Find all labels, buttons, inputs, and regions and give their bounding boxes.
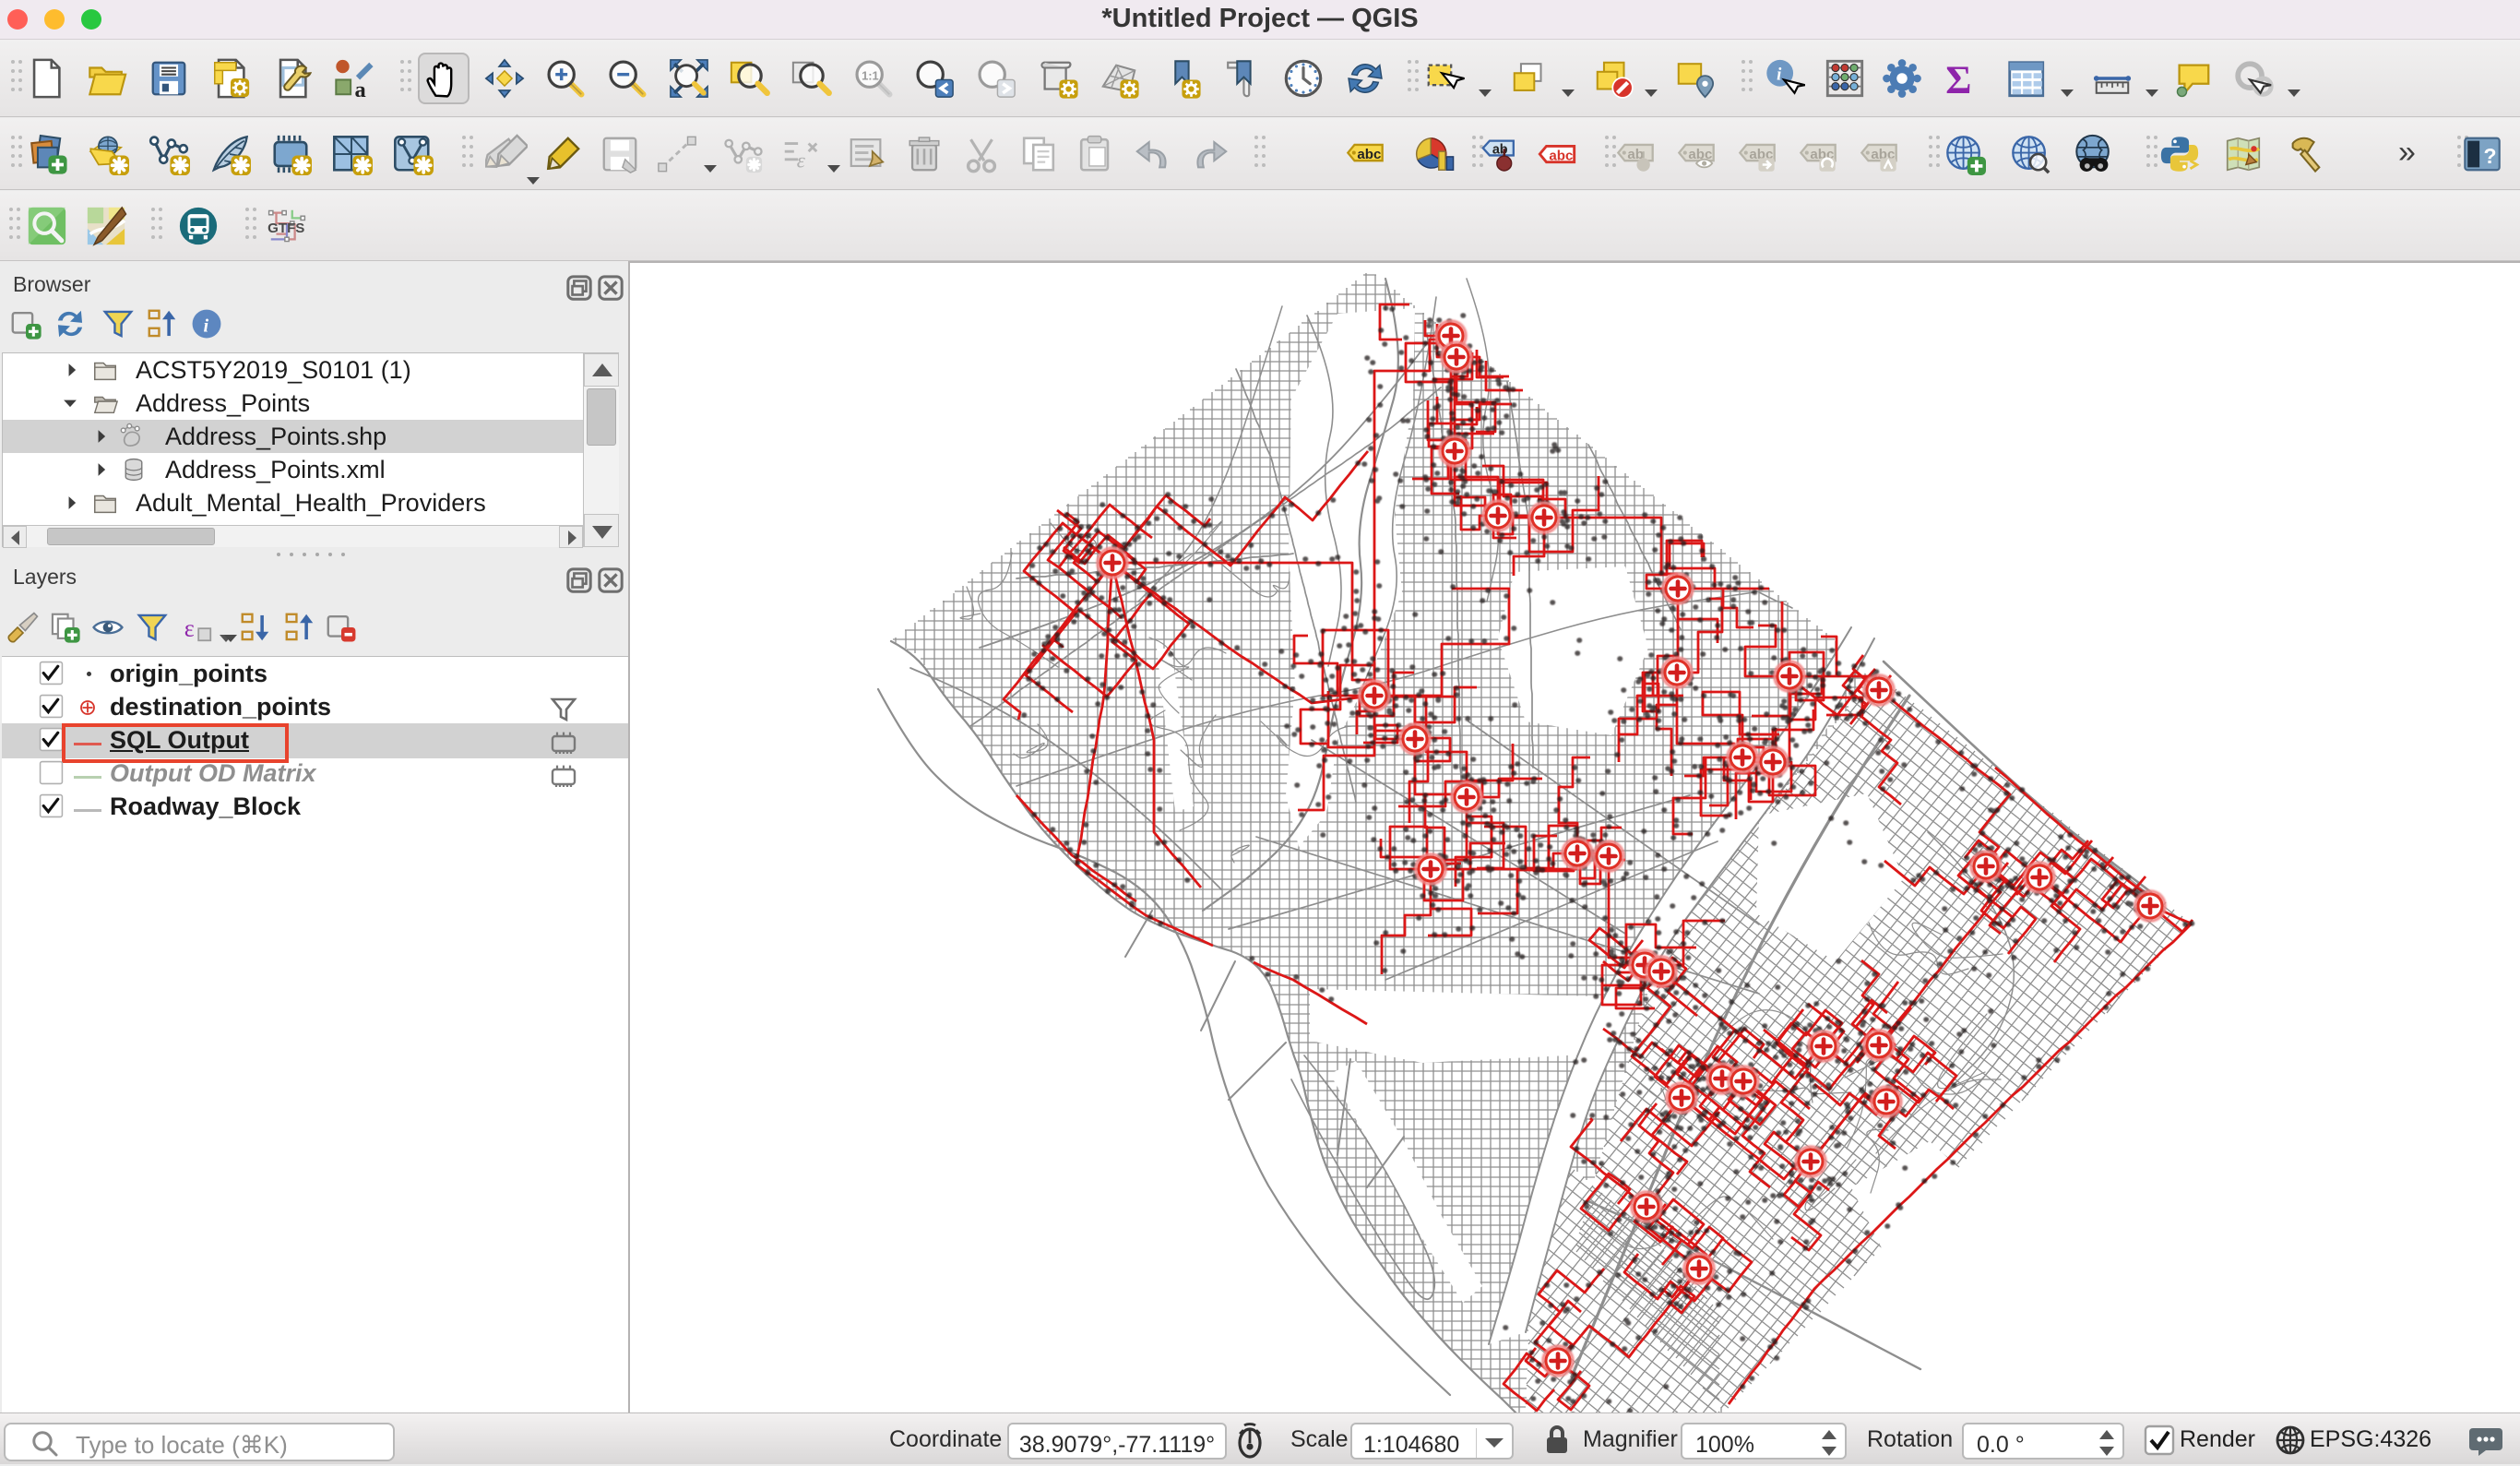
svg-text:i: i: [1777, 65, 1782, 84]
svg-text:?: ?: [2483, 144, 2496, 168]
svg-text:ε: ε: [797, 149, 806, 172]
svg-text:abc: abc: [1549, 148, 1573, 163]
svg-text:1:1: 1:1: [862, 68, 879, 82]
svg-text:Σ: Σ: [1945, 59, 1971, 100]
svg-text:GTFS: GTFS: [267, 220, 304, 236]
svg-text:ε: ε: [184, 615, 195, 642]
svg-text:i: i: [203, 316, 208, 336]
svg-text:a: a: [354, 77, 365, 100]
svg-text:abc: abc: [1357, 147, 1381, 162]
svg-text:ab: ab: [1492, 142, 1508, 157]
